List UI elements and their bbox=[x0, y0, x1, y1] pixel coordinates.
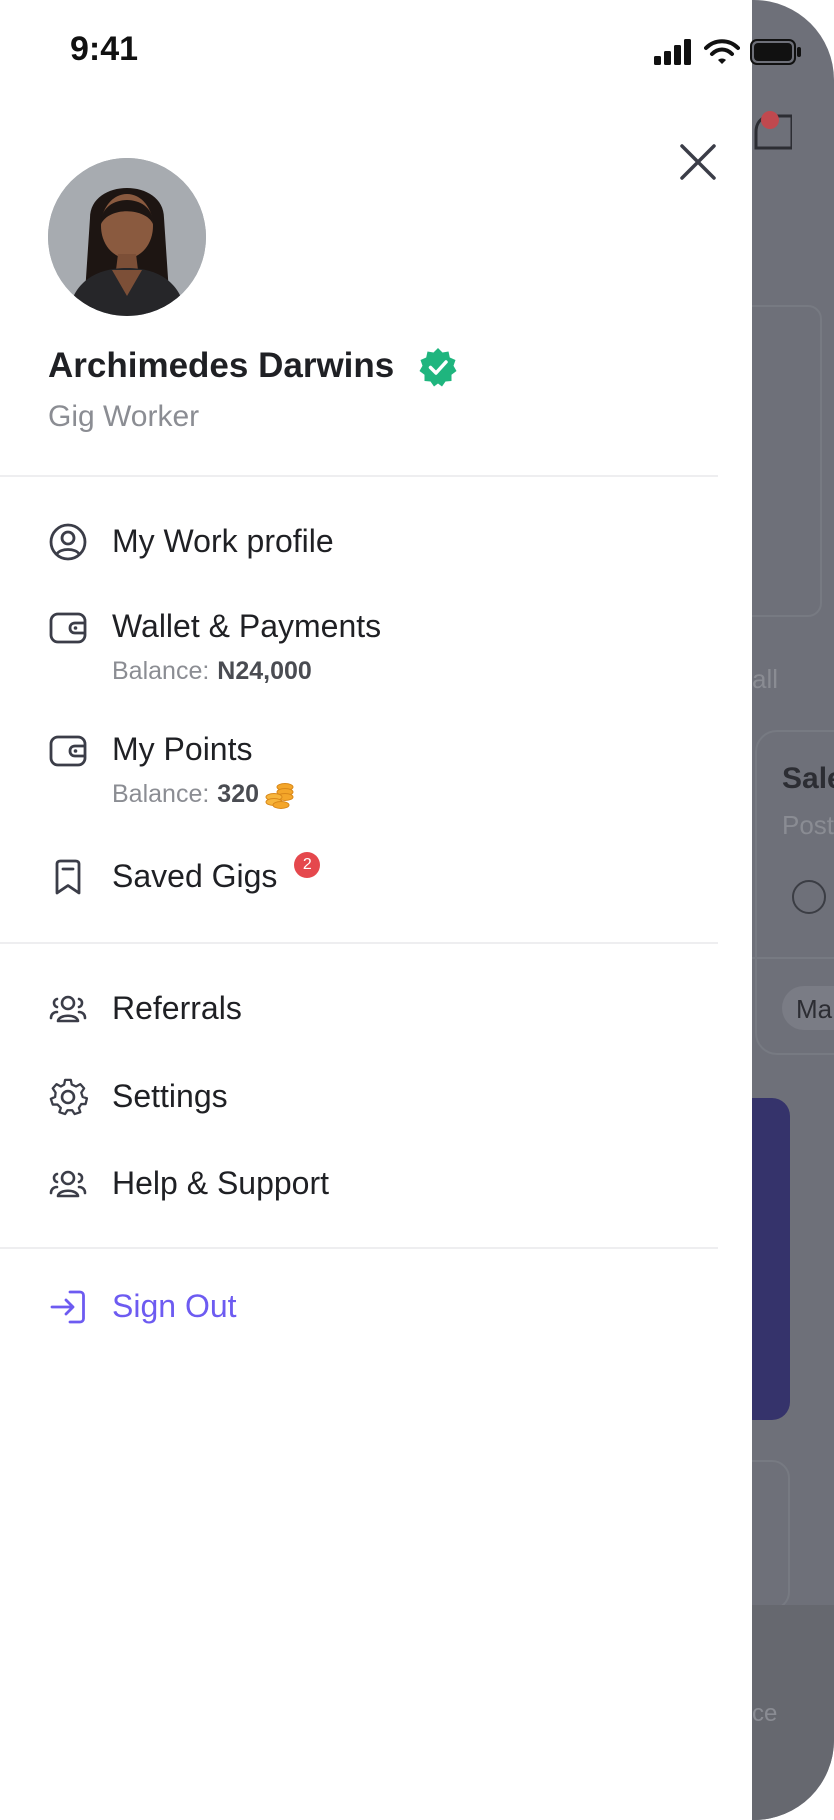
menu-label-settings: Settings bbox=[112, 1078, 228, 1114]
background-nav-label: ce bbox=[752, 1700, 778, 1727]
menu-item-saved-gigs[interactable]: Saved Gigs 2 bbox=[48, 852, 648, 897]
background-chip: Ma bbox=[782, 986, 834, 1030]
users-icon bbox=[49, 995, 87, 1023]
login-icon bbox=[50, 1290, 85, 1324]
background-divider bbox=[752, 957, 834, 959]
menu-label-wallet: Wallet & Payments bbox=[112, 608, 382, 644]
menu-item-points[interactable]: My Points Balance: 320 bbox=[48, 728, 648, 809]
bell-icon bbox=[754, 111, 792, 150]
coins-icon bbox=[265, 782, 294, 809]
divider bbox=[0, 1247, 718, 1249]
wifi-icon bbox=[704, 39, 740, 64]
menu-item-referrals[interactable]: Referrals bbox=[48, 987, 648, 1029]
gear-icon bbox=[49, 1078, 88, 1116]
background-gig-subtitle: Post bbox=[782, 810, 834, 840]
menu-item-help-support[interactable]: Help & Support bbox=[48, 1162, 648, 1204]
menu-label-referrals: Referrals bbox=[112, 990, 242, 1026]
background-app-overlay[interactable]: all Sale Post Ma ce bbox=[752, 0, 834, 1820]
wallet-balance-value: N24,000 bbox=[217, 657, 312, 685]
background-card bbox=[752, 305, 822, 617]
points-balance-label: Balance: bbox=[112, 780, 210, 808]
user-photo bbox=[48, 158, 206, 316]
divider bbox=[0, 475, 718, 477]
verified-badge-icon bbox=[419, 348, 457, 387]
status-icons bbox=[654, 38, 802, 66]
user-name: Archimedes Darwins bbox=[48, 346, 395, 385]
battery-icon bbox=[750, 39, 801, 65]
points-balance-value: 320 bbox=[217, 780, 260, 808]
status-time: 9:41 bbox=[70, 30, 139, 68]
status-bar: 9:41 bbox=[0, 0, 834, 100]
users-icon bbox=[49, 1170, 87, 1198]
background-gig-title: Sale bbox=[782, 762, 834, 795]
menu-item-wallet[interactable]: Wallet & Payments Balance: N24,000 bbox=[48, 605, 648, 686]
bookmark-icon bbox=[55, 859, 81, 895]
menu-label-help-support: Help & Support bbox=[112, 1165, 330, 1201]
points-balance: Balance: 320 bbox=[112, 780, 295, 809]
user-role: Gig Worker bbox=[48, 400, 200, 433]
close-icon[interactable] bbox=[676, 140, 720, 184]
wallet-icon bbox=[49, 735, 87, 767]
background-card-2 bbox=[752, 1460, 790, 1610]
avatar[interactable] bbox=[48, 158, 206, 316]
side-drawer: 9:41 Archimedes Darwins Gig Worker My Wo… bbox=[0, 0, 801, 1820]
wallet-balance: Balance: N24,000 bbox=[112, 657, 381, 686]
menu-label-saved-gigs: Saved Gigs 2 bbox=[112, 852, 321, 897]
sign-out-button[interactable]: Sign Out bbox=[48, 1285, 648, 1327]
notification-badge: 2 bbox=[294, 852, 321, 878]
wallet-balance-label: Balance: bbox=[112, 657, 210, 685]
divider bbox=[0, 942, 718, 944]
timer-icon bbox=[792, 880, 826, 914]
menu-item-settings[interactable]: Settings bbox=[48, 1075, 648, 1117]
menu-label-work-profile: My Work profile bbox=[112, 523, 334, 559]
background-see-all: all bbox=[752, 664, 779, 694]
wallet-icon bbox=[49, 612, 87, 644]
menu-item-work-profile[interactable]: My Work profile bbox=[48, 520, 648, 562]
user-circle-icon bbox=[49, 523, 87, 561]
menu-label-points: My Points bbox=[112, 731, 253, 767]
signal-icon bbox=[654, 39, 691, 65]
saved-gigs-text: Saved Gigs bbox=[112, 858, 278, 894]
sign-out-label: Sign Out bbox=[112, 1288, 237, 1324]
background-banner bbox=[752, 1098, 790, 1420]
